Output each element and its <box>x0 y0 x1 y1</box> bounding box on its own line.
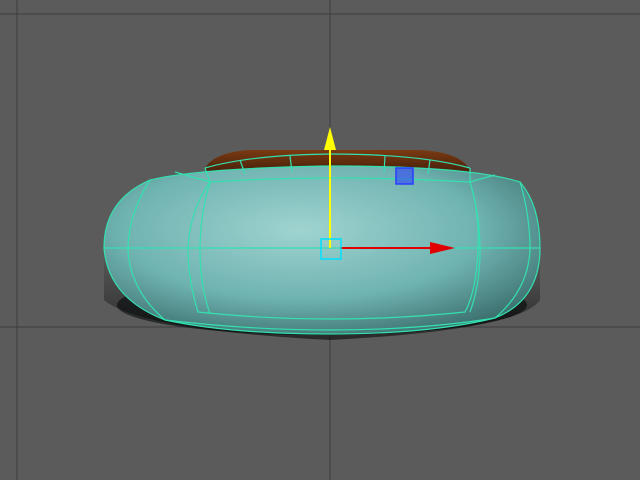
mesh-body[interactable] <box>104 166 540 334</box>
z-axis-handle[interactable] <box>395 167 414 185</box>
mesh-object[interactable] <box>103 150 541 340</box>
y-axis-arrow-icon[interactable] <box>324 127 336 150</box>
3d-viewport[interactable] <box>0 0 640 480</box>
viewport-canvas[interactable] <box>0 0 640 480</box>
